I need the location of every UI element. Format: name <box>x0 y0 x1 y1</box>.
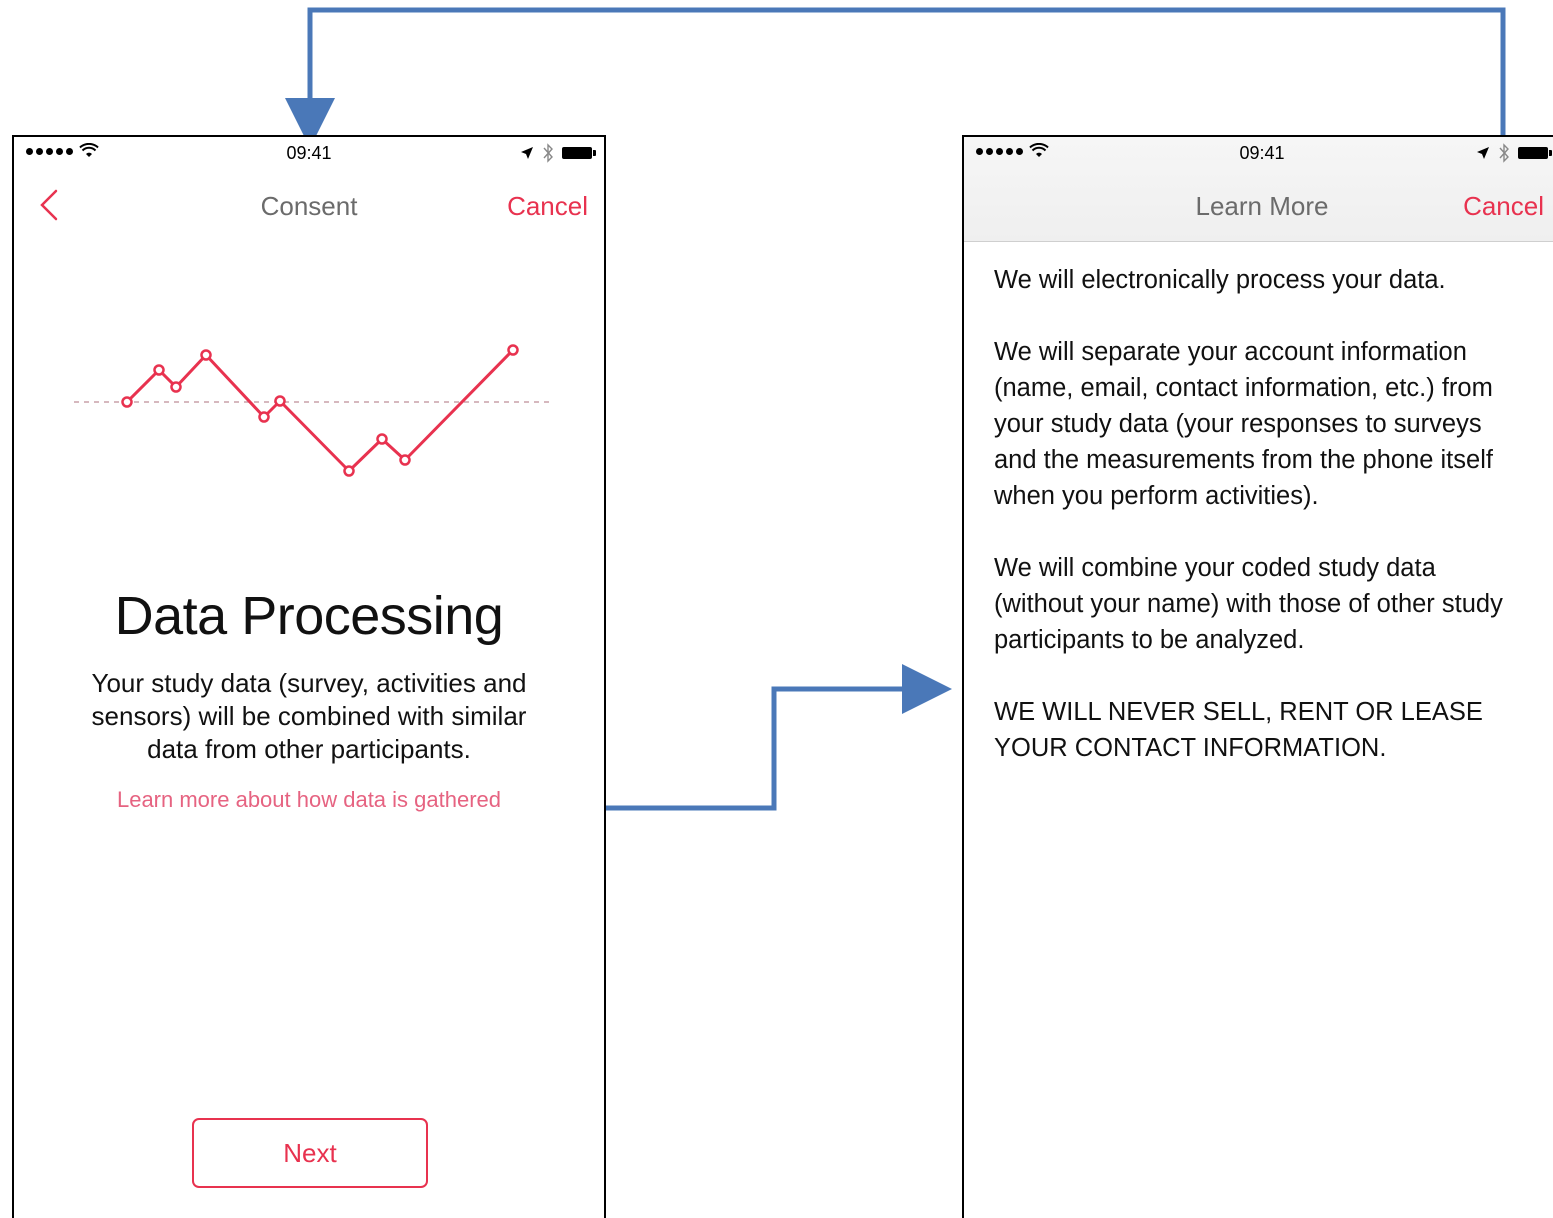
paragraph: We will separate your account informatio… <box>994 338 1493 510</box>
paragraph: We will combine your coded study data (w… <box>994 554 1503 654</box>
battery-icon <box>562 147 596 159</box>
status-bar: 09:41 <box>964 137 1553 171</box>
page-description: Your study data (survey, activities and … <box>91 668 527 764</box>
trend-point <box>170 381 182 393</box>
status-time: 09:41 <box>286 143 332 163</box>
next-button[interactable]: Next <box>192 1118 428 1188</box>
status-time: 09:41 <box>1239 143 1285 163</box>
paragraph: We will electronically process your data… <box>994 266 1446 294</box>
bluetooth-icon <box>543 143 553 163</box>
trend-point <box>121 396 133 408</box>
trend-point <box>200 349 212 361</box>
trend-point <box>258 411 270 423</box>
trend-point <box>507 344 519 356</box>
trend-line <box>125 348 515 473</box>
status-bar: 09:41 <box>14 137 604 171</box>
cancel-button[interactable]: Cancel <box>507 191 588 222</box>
trend-point <box>274 395 286 407</box>
trend-point <box>343 465 355 477</box>
learn-more-link[interactable]: Learn more about how data is gathered <box>14 787 604 813</box>
learn-more-screen: 09:41 Learn More Cancel We will electron… <box>962 135 1553 1218</box>
trend-point <box>376 433 388 445</box>
flow-canvas: 09:41 Consent Cancel Data Processing You… <box>0 0 1553 1218</box>
trend-points <box>121 344 519 477</box>
learn-more-content: We will electronically process your data… <box>964 242 1553 766</box>
location-arrow-icon <box>1477 147 1489 159</box>
consent-screen: 09:41 Consent Cancel Data Processing You… <box>12 135 606 1218</box>
learn-more-connector-arrow <box>606 664 952 811</box>
status-right <box>1476 143 1552 163</box>
cancel-button[interactable]: Cancel <box>1463 191 1544 222</box>
header: 09:41 Learn More Cancel <box>964 137 1553 242</box>
page-title: Data Processing <box>114 586 504 646</box>
battery-icon <box>1518 147 1552 159</box>
trend-point <box>153 364 165 376</box>
nav-bar: Learn More Cancel <box>964 171 1553 241</box>
status-right <box>520 143 596 163</box>
top-connector-arrow <box>285 7 1506 148</box>
nav-bar: Consent Cancel <box>14 171 604 241</box>
paragraph: WE WILL NEVER SELL, RENT OR LEASE YOUR C… <box>994 698 1483 762</box>
location-arrow-icon <box>521 147 533 159</box>
bluetooth-icon <box>1499 143 1509 163</box>
trend-point <box>399 454 411 466</box>
data-line-illustration <box>74 344 549 477</box>
